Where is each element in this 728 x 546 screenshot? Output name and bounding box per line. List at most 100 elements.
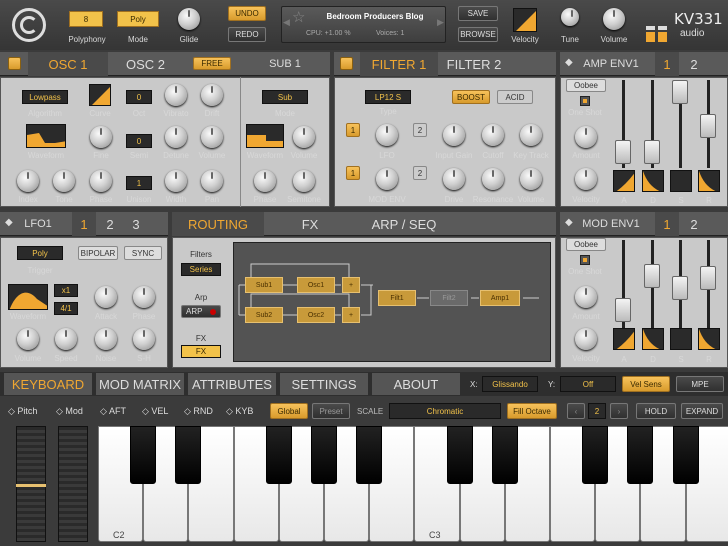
octave-down-button[interactable]: ‹ (567, 403, 585, 419)
filter-type-select[interactable]: LP12 S (365, 90, 411, 104)
lfo-sync-button[interactable]: SYNC (124, 246, 162, 260)
mod-d-slider[interactable] (644, 264, 660, 288)
route-plus1[interactable]: + (342, 277, 360, 293)
route-sub1[interactable]: Sub1 (245, 277, 283, 293)
lfo-slot-1[interactable]: 1 (346, 123, 360, 137)
sub-mode-select[interactable]: Sub (262, 90, 308, 104)
tab-attributes[interactable]: ATTRIBUTES (188, 373, 276, 395)
tab-osc1[interactable]: OSC 1 (28, 52, 108, 76)
polyphony-value[interactable]: 8 (69, 11, 103, 27)
sub-volume-knob[interactable] (293, 126, 315, 148)
route-filt2[interactable]: Filt2 (430, 290, 468, 306)
bipolar-button[interactable]: BIPOLAR (78, 246, 118, 260)
acid-button[interactable]: ACID (497, 90, 533, 104)
lfo-noise-knob[interactable] (95, 328, 117, 350)
kyb-option[interactable]: ◇ KYB (226, 406, 253, 417)
route-sub2[interactable]: Sub2 (245, 307, 283, 323)
mod-a-curve[interactable] (613, 328, 635, 350)
amp-r-curve[interactable] (698, 170, 720, 192)
unison-value[interactable]: 1 (126, 176, 152, 190)
black-key[interactable] (265, 426, 292, 484)
mod-r-slider[interactable] (700, 266, 716, 290)
route-osc2[interactable]: Osc2 (297, 307, 335, 323)
pan-knob[interactable] (201, 170, 223, 192)
phase-knob[interactable] (90, 170, 112, 192)
amp-a-slider[interactable] (615, 140, 631, 164)
black-key[interactable] (627, 426, 654, 484)
rnd-option[interactable]: ◇ RND (184, 406, 213, 417)
fill-octave-button[interactable]: Fill Octave (507, 403, 557, 419)
tab-filter1[interactable]: FILTER 1 (360, 52, 438, 76)
pitch-option[interactable]: ◇ Pitch (8, 406, 37, 417)
mod-s-curve[interactable] (670, 328, 692, 350)
lfo-speed-knob[interactable] (55, 328, 77, 350)
lfo-tab-3[interactable]: 3 (124, 212, 148, 236)
lfo-multiplier[interactable]: x1 (54, 284, 78, 297)
preset-button[interactable]: Preset (312, 403, 350, 419)
black-key[interactable] (446, 426, 473, 484)
index-knob[interactable] (17, 170, 39, 192)
lfo-slot-2[interactable]: 2 (413, 123, 427, 137)
scale-select[interactable]: Chromatic (389, 403, 501, 419)
octave-up-button[interactable]: › (610, 403, 628, 419)
amp-a-curve[interactable] (613, 170, 635, 192)
mod-a-slider[interactable] (615, 298, 631, 322)
filter-enable-toggle[interactable] (340, 57, 353, 70)
boost-button[interactable]: BOOST (452, 90, 490, 104)
route-filt1[interactable]: Filt1 (378, 290, 416, 306)
black-key[interactable] (175, 426, 202, 484)
mpe-button[interactable]: MPE (676, 376, 724, 392)
algorithm-select[interactable]: Lowpass (22, 90, 68, 104)
oct-value[interactable]: 0 (126, 90, 152, 104)
tune-knob[interactable] (561, 8, 579, 26)
x-axis-select[interactable]: Glissando (482, 376, 538, 392)
velocity-curve-button[interactable] (513, 8, 537, 32)
osc-volume-knob[interactable] (201, 126, 223, 148)
cutoff-knob[interactable] (482, 124, 504, 146)
route-amp1[interactable]: Amp1 (480, 290, 520, 306)
mod-one-shot-checkbox[interactable] (580, 255, 590, 265)
mod-oobee-button[interactable]: Oobee (566, 238, 606, 251)
width-knob[interactable] (165, 170, 187, 192)
drift-knob[interactable] (201, 84, 223, 106)
osc-enable-toggle[interactable] (8, 57, 21, 70)
route-osc1[interactable]: Osc1 (297, 277, 335, 293)
lfo-waveform-display[interactable] (8, 284, 48, 310)
amp-s-curve[interactable] (670, 170, 692, 192)
lfo-tab-1[interactable]: 1 (72, 212, 96, 236)
amp-tab-1[interactable]: 1 (655, 52, 679, 76)
preset-next-icon[interactable]: ▶ (437, 17, 444, 28)
volume-knob[interactable] (603, 8, 625, 30)
amp-oobee-button[interactable]: Oobee (566, 79, 606, 92)
vel-sens-button[interactable]: Vel Sens (622, 376, 670, 392)
amp-r-slider[interactable] (700, 114, 716, 138)
tab-osc2[interactable]: OSC 2 (108, 52, 183, 76)
sub-semitone-knob[interactable] (293, 170, 315, 192)
y-axis-select[interactable]: Off (560, 376, 616, 392)
amp-amount-knob[interactable] (575, 126, 597, 148)
lfo-tab-2[interactable]: 2 (98, 212, 122, 236)
sub-phase-knob[interactable] (254, 170, 276, 192)
waveform-display[interactable] (26, 124, 66, 148)
route-plus2[interactable]: + (342, 307, 360, 323)
hold-button[interactable]: HOLD (636, 403, 676, 419)
fine-knob[interactable] (90, 126, 112, 148)
amp-velocity-knob[interactable] (575, 168, 597, 190)
black-key[interactable] (311, 426, 337, 484)
save-button[interactable]: SAVE (458, 6, 498, 21)
redo-button[interactable]: REDO (228, 27, 266, 42)
mod-d-curve[interactable] (642, 328, 664, 350)
mod-env-slot-2[interactable]: 2 (413, 166, 427, 180)
filters-series-select[interactable]: Series (181, 263, 221, 276)
aft-option[interactable]: ◇ AFT (100, 406, 126, 417)
lfo-sh-knob[interactable] (133, 328, 155, 350)
tab-routing[interactable]: ROUTING (172, 212, 264, 236)
mod-env-slot-1[interactable]: 1 (346, 166, 360, 180)
mod-tab-1[interactable]: 1 (655, 212, 679, 236)
black-key[interactable] (356, 426, 383, 484)
input-gain-knob[interactable] (443, 124, 465, 146)
undo-button[interactable]: UNDO (228, 6, 266, 21)
resonance-knob[interactable] (482, 168, 504, 190)
lfo-ratio[interactable]: 4/1 (54, 302, 78, 315)
filter-volume-knob[interactable] (520, 168, 542, 190)
